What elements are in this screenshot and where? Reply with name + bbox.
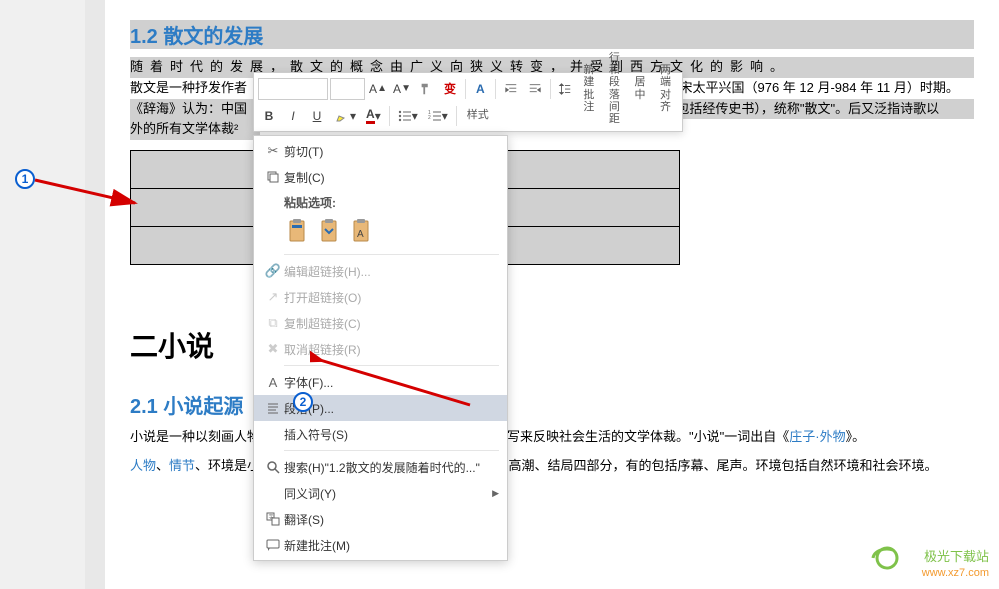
line-para-spacing-button[interactable]: 行和段落 间距 [602, 77, 627, 101]
comment-icon [262, 538, 284, 552]
ctx-copy-hyperlink: ⧉ 复制超链接(C) [254, 310, 507, 336]
link-copy-icon: ⧉ [262, 315, 284, 331]
bold-button[interactable]: B [258, 104, 280, 128]
ctx-new-comment[interactable]: 新建批注(M) [254, 532, 507, 558]
ctx-copy[interactable]: 复制(C) [254, 164, 507, 190]
link-renwu[interactable]: 人物 [130, 458, 156, 473]
context-menu: ✂ 剪切(T) 复制(C) 粘贴选项: A 🔗 编辑超链接(H)... ↗ 打开… [253, 135, 508, 561]
font-icon: A [262, 375, 284, 390]
ctx-edit-hyperlink: 🔗 编辑超链接(H)... [254, 258, 507, 284]
chevron-right-icon: ▶ [492, 488, 499, 499]
link-open-icon: ↗ [262, 289, 284, 305]
bullets-button[interactable]: ▾ [394, 104, 422, 128]
indent-decrease-button[interactable] [500, 77, 522, 101]
shrink-font-button[interactable]: A▼ [391, 77, 413, 101]
format-painter-button[interactable] [415, 77, 437, 101]
ctx-font[interactable]: A 字体(F)... [254, 369, 507, 395]
paste-options-row: A [254, 213, 507, 251]
para2-prefix: 散文是一种抒发作者 [130, 80, 247, 95]
new-comment-button[interactable]: 新建 批注 [578, 77, 600, 101]
link-qingjie[interactable]: 情节 [169, 458, 195, 473]
styles-button[interactable]: 样式 [461, 104, 495, 128]
ctx-remove-hyperlink: ✖ 取消超链接(R) [254, 336, 507, 362]
watermark: 极光下载站 www.xz7.com [869, 542, 989, 579]
mini-toolbar: A▲ A▼ 变 A 新建 批注 行和段落 间距 居中 两端对齐 B I U ▾ [253, 72, 683, 132]
justify-button[interactable]: 两端对齐 [653, 77, 678, 101]
svg-text:2: 2 [428, 115, 431, 121]
svg-text:A: A [357, 229, 364, 240]
indent-increase-button[interactable] [524, 77, 546, 101]
ctx-paragraph[interactable]: 段落(P)... [254, 395, 507, 421]
italic-button[interactable]: I [282, 104, 304, 128]
svg-text:字: 字 [269, 514, 274, 521]
ctx-search[interactable]: 搜索(H)"1.2散文的发展随着时代的..." [254, 454, 507, 480]
copy-icon [262, 170, 284, 184]
ctx-synonyms[interactable]: 同义词(Y) ▶ [254, 480, 507, 506]
link-remove-icon: ✖ [262, 341, 284, 357]
grow-font-button[interactable]: A▲ [367, 77, 389, 101]
paste-options-heading: 粘贴选项: [254, 190, 507, 213]
vertical-ruler [85, 0, 105, 589]
annotation-badge-2: 2 [293, 392, 313, 412]
ctx-translate[interactable]: 字 翻译(S) [254, 506, 507, 532]
search-icon [262, 460, 284, 474]
font-color-button[interactable]: A [469, 77, 491, 101]
font-name-combo[interactable] [258, 78, 328, 100]
heading-1-2: 1.2 散文的发展 [130, 20, 974, 49]
phonetic-guide-button[interactable]: 变 [439, 77, 461, 101]
paste-text-only-button[interactable]: A [348, 217, 374, 245]
paragraph-icon [262, 401, 284, 415]
para3-prefix: 《辞海》认为：中国 [130, 101, 247, 116]
translate-icon: 字 [262, 512, 284, 526]
link-edit-icon: 🔗 [262, 263, 284, 279]
annotation-badge-1: 1 [15, 169, 35, 189]
line-spacing-button[interactable] [554, 77, 576, 101]
numbering-button[interactable]: 12▾ [424, 104, 452, 128]
ctx-open-hyperlink: ↗ 打开超链接(O) [254, 284, 507, 310]
paste-merge-button[interactable] [316, 217, 342, 245]
underline-button[interactable]: U [306, 104, 328, 128]
ctx-cut[interactable]: ✂ 剪切(T) [254, 138, 507, 164]
scissors-icon: ✂ [262, 143, 284, 159]
paragraph-4: 外的所有文学体裁² [130, 119, 260, 140]
center-button[interactable]: 居中 [629, 77, 651, 101]
font-color-button-2[interactable]: A▾ [362, 104, 385, 128]
ctx-insert-symbol[interactable]: 插入符号(S) [254, 421, 507, 447]
paste-keep-source-button[interactable] [284, 217, 310, 245]
font-size-combo[interactable] [330, 78, 365, 100]
highlight-button[interactable]: ▾ [330, 104, 360, 128]
link-zhuangzi[interactable]: 庄子·外物 [789, 429, 845, 444]
